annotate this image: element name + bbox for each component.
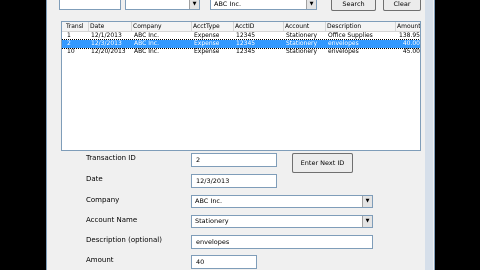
- cell-amount: 40.00: [402, 40, 420, 47]
- clear-button[interactable]: Clear: [383, 0, 421, 11]
- cell-account: Stationery: [286, 48, 318, 55]
- cell-company: ABC Inc.: [134, 40, 159, 47]
- company-value: ABC Inc.: [195, 197, 223, 205]
- cell-acct-type: Expense: [194, 48, 220, 55]
- cell-acct-id: 12345: [236, 32, 256, 39]
- search-button-label: Search: [342, 0, 365, 8]
- column-header[interactable]: Transl: [65, 22, 89, 31]
- list-header: Transl Date Company AcctType AcctID Acco…: [62, 22, 420, 32]
- cell-description: envelopes: [328, 48, 359, 55]
- cell-date: 12/1/2013: [91, 32, 122, 39]
- cell-acct-id: 12345: [236, 48, 256, 55]
- transactions-list[interactable]: Transl Date Company AcctType AcctID Acco…: [61, 21, 421, 151]
- cell-trans-id: 10: [67, 48, 75, 55]
- enter-next-id-button[interactable]: Enter Next ID: [292, 153, 353, 173]
- column-header[interactable]: Amount: [396, 22, 420, 31]
- cell-amount: 138.95: [399, 32, 420, 39]
- filter-company-combo[interactable]: ABC Inc. ▼: [210, 0, 317, 10]
- window-edge: [425, 0, 433, 270]
- clear-button-label: Clear: [393, 0, 411, 8]
- cell-account: Stationery: [286, 40, 318, 47]
- filter-company-value: ABC Inc.: [214, 0, 242, 8]
- amount-value: 40: [196, 258, 205, 266]
- filter-text-input[interactable]: [59, 0, 121, 10]
- cell-date: 12/20/2013: [91, 48, 126, 55]
- cell-date: 12/3/2013: [91, 40, 122, 47]
- account-name-value: Stationery: [195, 217, 229, 225]
- table-row[interactable]: 10 12/20/2013 ABC Inc. Expense 12345 Sta…: [62, 48, 420, 56]
- column-header[interactable]: Account: [284, 22, 326, 31]
- description-field[interactable]: envelopes: [191, 235, 373, 249]
- company-label: Company: [86, 196, 120, 204]
- company-combo[interactable]: ABC Inc. ▼: [191, 195, 373, 208]
- cell-company: ABC Inc.: [134, 48, 159, 55]
- chevron-down-icon[interactable]: ▼: [362, 196, 372, 207]
- column-header[interactable]: AcctType: [192, 22, 234, 31]
- cell-acct-type: Expense: [194, 40, 220, 47]
- amount-field[interactable]: 40: [191, 255, 257, 269]
- cell-amount: 45.00: [402, 48, 420, 55]
- account-name-combo[interactable]: Stationery ▼: [191, 215, 373, 228]
- description-label: Description (optional): [86, 236, 162, 244]
- transaction-id-label: Transaction ID: [86, 154, 136, 162]
- column-header[interactable]: Company: [132, 22, 192, 31]
- date-label: Date: [86, 175, 103, 183]
- table-row[interactable]: 1 12/1/2013 ABC Inc. Expense 12345 Stati…: [62, 32, 420, 40]
- column-header[interactable]: AcctID: [234, 22, 284, 31]
- cell-description: envelopes: [328, 40, 359, 47]
- search-button[interactable]: Search: [331, 0, 376, 11]
- description-value: envelopes: [196, 238, 230, 246]
- amount-label: Amount: [86, 256, 114, 264]
- cell-trans-id: 2: [67, 40, 71, 47]
- column-header[interactable]: Description: [326, 22, 396, 31]
- transaction-id-field[interactable]: 2: [191, 153, 277, 167]
- column-header[interactable]: Date: [89, 22, 132, 31]
- account-name-label: Account Name: [86, 216, 138, 224]
- cell-acct-id: 12345: [236, 40, 256, 47]
- chevron-down-icon[interactable]: ▼: [306, 0, 316, 9]
- chevron-down-icon[interactable]: ▼: [362, 216, 372, 227]
- date-field[interactable]: 12/3/2013: [191, 174, 277, 188]
- cell-description: Office Supplies: [328, 32, 373, 39]
- transaction-id-value: 2: [196, 156, 201, 164]
- cell-acct-type: Expense: [194, 32, 220, 39]
- cell-account: Stationery: [286, 32, 318, 39]
- cell-trans-id: 1: [67, 32, 71, 39]
- chevron-down-icon[interactable]: ▼: [189, 0, 199, 9]
- filter-combo-1[interactable]: ▼: [125, 0, 200, 10]
- enter-next-id-label: Enter Next ID: [300, 159, 345, 167]
- table-row-selected[interactable]: 2 12/3/2013 ABC Inc. Expense 12345 Stati…: [62, 39, 420, 49]
- cell-company: ABC Inc.: [134, 32, 159, 39]
- date-value: 12/3/2013: [196, 177, 230, 185]
